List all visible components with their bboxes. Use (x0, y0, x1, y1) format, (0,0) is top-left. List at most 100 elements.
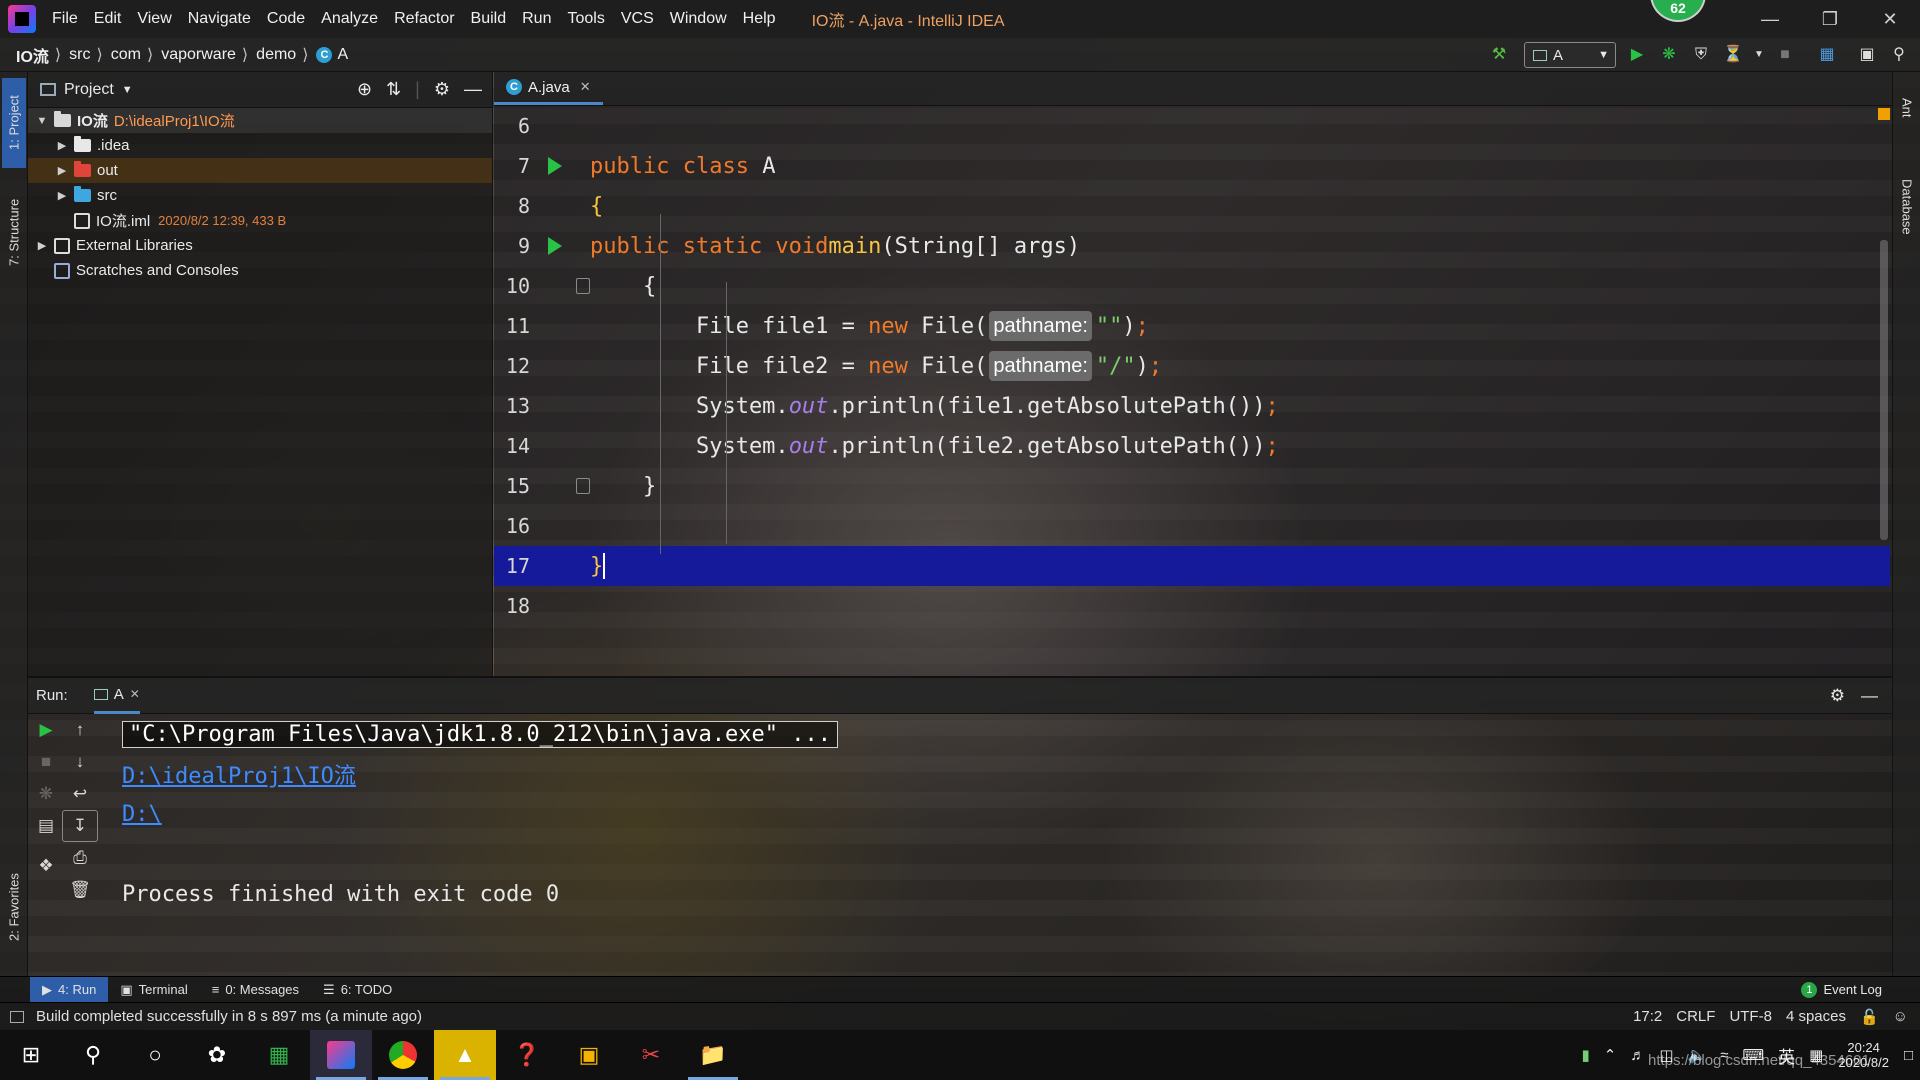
down-arrow-icon[interactable]: ↓ (62, 746, 98, 778)
code-line[interactable]: { (590, 266, 1890, 306)
help-app-icon[interactable]: ❓ (496, 1030, 558, 1080)
code-line[interactable]: { (590, 186, 1890, 226)
tree-node[interactable]: ▼ IO流 D:\idealProj1\IO流 (28, 108, 492, 133)
tree-node[interactable]: ▶ out (28, 158, 492, 183)
code-line[interactable] (590, 506, 1890, 546)
restore-button[interactable]: ❐ (1800, 0, 1860, 38)
lock-icon[interactable]: 🔓 (1860, 1008, 1879, 1026)
close-button[interactable]: ✕ (1860, 0, 1920, 38)
gutter-line[interactable]: 9 (494, 226, 590, 266)
project-panel-title[interactable]: Project (64, 81, 114, 99)
line-separator[interactable]: CRLF (1676, 1008, 1715, 1025)
breadcrumb-item[interactable]: src (63, 46, 94, 64)
scroll-to-end-icon[interactable]: ↧ (62, 810, 98, 842)
snipping-tool-icon[interactable]: ✂ (620, 1030, 682, 1080)
console-output[interactable]: "C:\Program Files\Java\jdk1.8.0_212\bin\… (122, 714, 1882, 974)
breadcrumb-item[interactable]: vaporware (155, 46, 240, 64)
print-icon[interactable]: ⎙ (62, 842, 98, 874)
inspector-icon[interactable]: ☺ (1893, 1008, 1908, 1025)
task-view-icon[interactable]: ○ (124, 1030, 186, 1080)
tab-0-messages[interactable]: ≡ 0: Messages (200, 977, 311, 1003)
menu-run[interactable]: Run (514, 0, 559, 38)
status-message[interactable]: Build completed successfully in 8 s 897 … (36, 1008, 422, 1025)
trash-icon[interactable]: 🗑 (62, 874, 98, 906)
tray-app-icon[interactable]: ♬ (1630, 1047, 1645, 1064)
gutter-line[interactable]: 12 (494, 346, 590, 386)
gutter-line[interactable]: 14 (494, 426, 590, 466)
close-tab-icon[interactable]: ✕ (580, 79, 591, 95)
breadcrumb-item[interactable]: demo (250, 46, 300, 64)
tree-node[interactable]: ▶ .idea (28, 133, 492, 158)
tab-structure[interactable]: 7: Structure (2, 182, 26, 282)
gutter-line[interactable]: 18 (494, 586, 590, 626)
locate-file-icon[interactable]: ⊕ (357, 79, 372, 100)
code-line[interactable]: } (590, 546, 1890, 586)
close-tab-icon[interactable]: ✕ (130, 687, 140, 701)
chevron-right-icon[interactable]: ▶ (54, 189, 70, 202)
chevron-right-icon[interactable]: ▶ (34, 239, 50, 252)
notifications-icon[interactable]: □ (1904, 1047, 1913, 1064)
chevron-right-icon[interactable]: ▶ (54, 139, 70, 152)
run-gutter-icon[interactable] (548, 237, 562, 255)
gutter-line[interactable]: 15 (494, 466, 590, 506)
build-hammer-icon[interactable]: ⚒ (1488, 44, 1510, 66)
tree-node[interactable]: ▶ src (28, 183, 492, 208)
menu-view[interactable]: View (129, 0, 179, 38)
run-tab-a[interactable]: A ✕ (93, 678, 140, 714)
tab-database[interactable]: Database (1895, 152, 1919, 262)
hide-panel-icon[interactable]: — (1861, 686, 1878, 706)
menu-window[interactable]: Window (662, 0, 735, 38)
coverage-icon[interactable]: ⛨ (1690, 44, 1712, 66)
search-everywhere-icon[interactable]: ⚲ (1888, 44, 1910, 66)
tree-node[interactable]: ▶ External Libraries (28, 233, 492, 258)
battery-tray-icon[interactable]: ▮ (1582, 1046, 1590, 1064)
gutter-line[interactable]: 8 (494, 186, 590, 226)
console-path-link[interactable]: D:\idealProj1\IO流 (122, 758, 356, 790)
menu-code[interactable]: Code (259, 0, 313, 38)
pin-icon[interactable]: ❖ (28, 850, 64, 882)
rerun-icon[interactable]: ▶ (28, 714, 64, 746)
excel-icon[interactable]: ▦ (248, 1030, 310, 1080)
gutter-line[interactable]: 11 (494, 306, 590, 346)
yellow-app-icon[interactable]: ▲ (434, 1030, 496, 1080)
tab-6-todo[interactable]: ☰ 6: TODO (311, 977, 404, 1003)
menu-tools[interactable]: Tools (559, 0, 612, 38)
hide-panel-icon[interactable]: — (464, 79, 482, 100)
search-icon[interactable]: ⚲ (62, 1030, 124, 1080)
chevron-down-icon[interactable]: ▼ (122, 84, 133, 96)
menu-file[interactable]: File (44, 0, 86, 38)
code-line[interactable] (590, 586, 1890, 626)
tool-windows-toggle-icon[interactable] (10, 1010, 24, 1023)
stop-icon[interactable]: ■ (1774, 44, 1796, 66)
gear-icon[interactable]: ⚙ (1830, 686, 1845, 706)
gutter-line[interactable]: 13 (494, 386, 590, 426)
run-icon[interactable]: ▶ (1626, 44, 1648, 66)
gutter-line[interactable]: 6 (494, 106, 590, 146)
code-line[interactable]: } (590, 466, 1890, 506)
presentation-mode-icon[interactable]: ▣ (1856, 44, 1878, 66)
profile-icon[interactable]: ⏳ (1722, 44, 1744, 66)
menu-analyze[interactable]: Analyze (313, 0, 386, 38)
tab-a-java[interactable]: C A.java ✕ (494, 72, 603, 105)
menu-help[interactable]: Help (735, 0, 784, 38)
console-line[interactable]: D:\ (122, 794, 1882, 834)
file-explorer-icon[interactable]: 📁 (682, 1030, 744, 1080)
breadcrumb-item[interactable]: IO流 (10, 43, 53, 67)
up-arrow-icon[interactable]: ↑ (62, 714, 98, 746)
code-line[interactable] (590, 106, 1890, 146)
soft-wrap-icon[interactable]: ↩ (62, 778, 98, 810)
sticky-notes-icon[interactable]: ▣ (558, 1030, 620, 1080)
tab-terminal[interactable]: ▣ Terminal (108, 977, 199, 1003)
intellij-taskbar-icon[interactable] (310, 1030, 372, 1080)
windows-start-icon[interactable]: ⊞ (0, 1030, 62, 1080)
caret-position[interactable]: 17:2 (1633, 1008, 1662, 1025)
pinwheel-app-icon[interactable]: ✿ (186, 1030, 248, 1080)
run-gutter-icon[interactable] (548, 157, 562, 175)
tab-ant[interactable]: Ant (1895, 78, 1919, 138)
inspection-status-marker[interactable] (1878, 108, 1890, 120)
tree-node[interactable]: Scratches and Consoles (28, 258, 492, 283)
console-line[interactable]: D:\idealProj1\IO流 (122, 754, 1882, 794)
minimize-button[interactable]: — (1740, 0, 1800, 38)
run-configuration-select[interactable]: A ▼ (1524, 42, 1616, 68)
menu-build[interactable]: Build (463, 0, 515, 38)
